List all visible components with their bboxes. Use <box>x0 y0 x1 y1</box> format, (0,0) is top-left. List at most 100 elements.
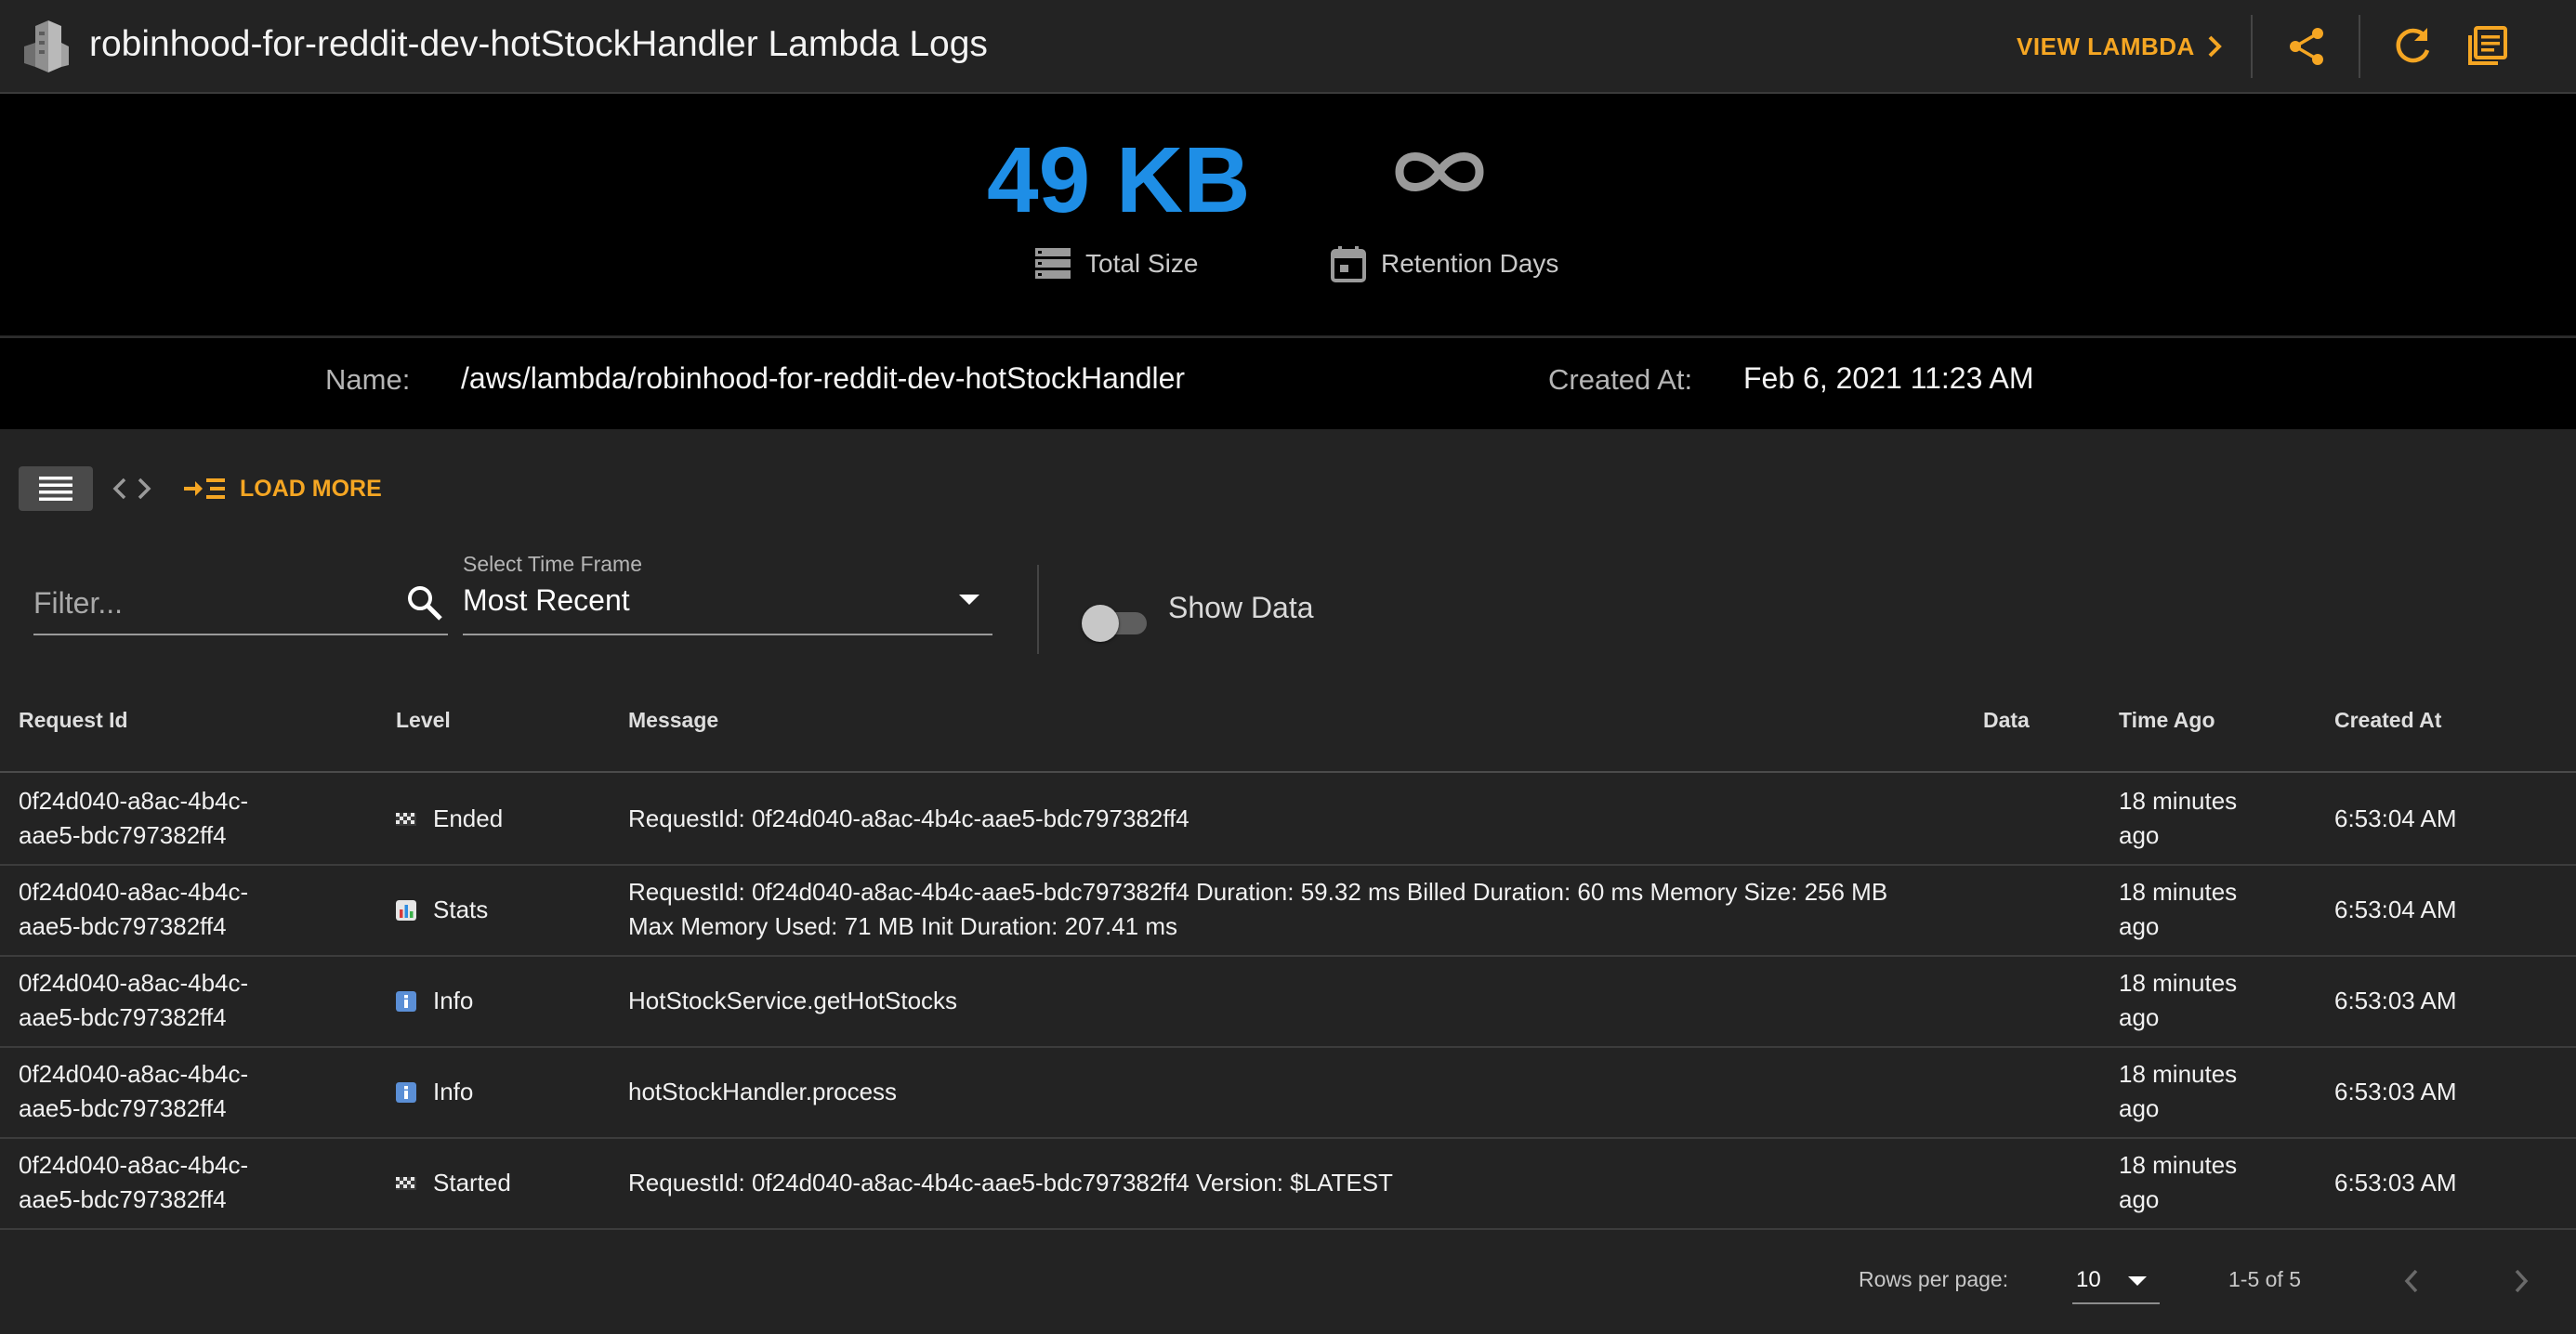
time-frame-value: Most Recent <box>463 583 630 617</box>
page-title: robinhood-for-reddit-dev-hotStockHandler… <box>89 24 988 64</box>
time-ago-cell: 18 minutes ago <box>2119 1151 2238 1213</box>
time-ago-cell: 18 minutes ago <box>2119 787 2238 849</box>
created-at-value: Feb 6, 2021 11:23 AM <box>1743 361 2034 395</box>
share-icon[interactable] <box>2284 24 2329 69</box>
level-label: Info <box>433 1078 474 1105</box>
level-label: Started <box>433 1169 511 1197</box>
filter-input[interactable] <box>33 580 377 626</box>
checkered-flag-icon <box>396 812 416 826</box>
time-ago-cell: 18 minutes ago <box>2119 1060 2238 1122</box>
message-cell: RequestId: 0f24d040-a8ac-4b4c-aae5-bdc79… <box>628 878 1888 940</box>
time-ago-cell: 18 minutes ago <box>2119 878 2238 940</box>
column-header-time-ago[interactable]: Time Ago <box>2119 708 2215 733</box>
dropdown-caret-icon <box>959 595 979 605</box>
list-view-icon <box>39 477 72 501</box>
show-data-label: Show Data <box>1168 591 1314 624</box>
created-at-cell: 6:53:03 AM <box>2334 1169 2457 1197</box>
request-id-cell: 0f24d040-a8ac-4b4c-aae5-bdc797382ff4 <box>19 969 249 1031</box>
code-view-toggle[interactable] <box>108 466 156 511</box>
chevron-left-icon <box>2404 1269 2418 1293</box>
name-value: /aws/lambda/robinhood-for-reddit-dev-hot… <box>461 361 1186 395</box>
header-divider <box>2359 15 2360 78</box>
column-header-level[interactable]: Level <box>396 708 451 733</box>
level-cell: Ended <box>396 802 503 836</box>
retention-days-label: Retention Days <box>1381 249 1559 278</box>
checkered-flag-icon <box>396 1176 416 1190</box>
chevron-right-icon <box>2515 1269 2529 1293</box>
level-cell: Info <box>396 1075 473 1109</box>
library-books-icon[interactable] <box>2464 24 2509 69</box>
request-id-cell: 0f24d040-a8ac-4b4c-aae5-bdc797382ff4 <box>19 1151 249 1213</box>
message-cell: hotStockHandler.process <box>628 1078 898 1105</box>
table-row[interactable]: 0f24d040-a8ac-4b4c-aae5-bdc797382ff4 Sta… <box>0 1139 2576 1230</box>
view-lambda-label: VIEW LAMBDA <box>2017 32 2195 60</box>
level-label: Info <box>433 987 474 1014</box>
request-id-cell: 0f24d040-a8ac-4b4c-aae5-bdc797382ff4 <box>19 787 249 849</box>
total-size-label: Total Size <box>1085 249 1199 278</box>
load-more-label: LOAD MORE <box>240 475 382 502</box>
rows-per-page-label: Rows per page: <box>1859 1267 2009 1291</box>
total-size-stat: Total Size <box>1033 244 1198 283</box>
search-icon[interactable] <box>405 583 444 622</box>
level-cell: Info <box>396 984 473 1018</box>
previous-page-button[interactable] <box>2386 1256 2437 1306</box>
level-label: Ended <box>433 804 504 832</box>
created-at-label: Created At: <box>1548 363 1693 396</box>
next-page-button[interactable] <box>2496 1256 2546 1306</box>
show-data-toggle[interactable] <box>1082 593 1152 647</box>
pagination-range: 1-5 of 5 <box>2228 1267 2301 1291</box>
toggle-thumb <box>1082 605 1119 642</box>
column-header-message[interactable]: Message <box>628 708 718 733</box>
time-frame-select[interactable]: Select Time Frame Most Recent <box>463 548 992 635</box>
code-icon <box>112 477 151 500</box>
table-pagination: Rows per page: 10 1-5 of 5 <box>0 1228 2576 1334</box>
message-cell: RequestId: 0f24d040-a8ac-4b4c-aae5-bdc79… <box>628 1169 1393 1197</box>
request-id-cell: 0f24d040-a8ac-4b4c-aae5-bdc797382ff4 <box>19 1060 249 1122</box>
level-cell: Started <box>396 1166 511 1200</box>
calendar-icon <box>1331 246 1366 282</box>
log-toolbar: LOAD MORE Select Time Frame Most Recent … <box>0 429 2576 669</box>
list-view-toggle[interactable] <box>19 466 93 511</box>
building-logo-icon <box>24 20 69 72</box>
time-frame-label: Select Time Frame <box>463 552 642 576</box>
message-cell: RequestId: 0f24d040-a8ac-4b4c-aae5-bdc79… <box>628 804 1189 832</box>
table-header: Request Id Level Message Data Time Ago C… <box>0 669 2576 773</box>
time-ago-cell: 18 minutes ago <box>2119 969 2238 1031</box>
level-label: Stats <box>433 896 489 923</box>
column-header-created-at[interactable]: Created At <box>2334 708 2441 733</box>
retention-days-stat: Retention Days <box>1329 244 1558 283</box>
column-header-data[interactable]: Data <box>1983 708 2030 733</box>
rows-per-page-value: 10 <box>2076 1267 2101 1292</box>
filter-field[interactable] <box>33 570 448 635</box>
log-group-details: Name: /aws/lambda/robinhood-for-reddit-d… <box>0 338 2576 429</box>
view-lambda-button[interactable]: VIEW LAMBDA <box>2017 28 2225 65</box>
bar-chart-icon <box>396 899 416 921</box>
created-at-cell: 6:53:04 AM <box>2334 896 2457 923</box>
dropdown-caret-icon <box>2128 1276 2147 1286</box>
storage-icon <box>1035 248 1071 279</box>
name-label: Name: <box>325 363 411 396</box>
rows-per-page-select[interactable]: 10 <box>2072 1256 2160 1304</box>
info-icon <box>396 990 416 1012</box>
table-row[interactable]: 0f24d040-a8ac-4b4c-aae5-bdc797382ff4 Sta… <box>0 866 2576 957</box>
request-id-cell: 0f24d040-a8ac-4b4c-aae5-bdc797382ff4 <box>19 878 249 940</box>
stats-panel: 49 KB Total Size Retention Days <box>0 94 2576 335</box>
toolbar-divider <box>1037 565 1039 654</box>
app-header: robinhood-for-reddit-dev-hotStockHandler… <box>0 0 2576 94</box>
total-size-value: 49 KB <box>987 128 1251 232</box>
infinity-icon <box>1395 152 1484 191</box>
chevron-right-icon <box>2208 35 2222 58</box>
column-header-request-id[interactable]: Request Id <box>19 708 128 733</box>
refresh-icon[interactable] <box>2390 24 2435 69</box>
info-icon <box>396 1081 416 1103</box>
created-at-cell: 6:53:03 AM <box>2334 987 2457 1014</box>
level-cell: Stats <box>396 893 488 927</box>
load-more-icon <box>184 478 225 499</box>
table-row[interactable]: 0f24d040-a8ac-4b4c-aae5-bdc797382ff4 End… <box>0 775 2576 866</box>
created-at-cell: 6:53:03 AM <box>2334 1078 2457 1105</box>
table-row[interactable]: 0f24d040-a8ac-4b4c-aae5-bdc797382ff4 Inf… <box>0 1048 2576 1139</box>
table-row[interactable]: 0f24d040-a8ac-4b4c-aae5-bdc797382ff4 Inf… <box>0 957 2576 1048</box>
message-cell: HotStockService.getHotStocks <box>628 987 958 1014</box>
header-divider <box>2251 15 2253 78</box>
load-more-button[interactable]: LOAD MORE <box>184 470 382 507</box>
